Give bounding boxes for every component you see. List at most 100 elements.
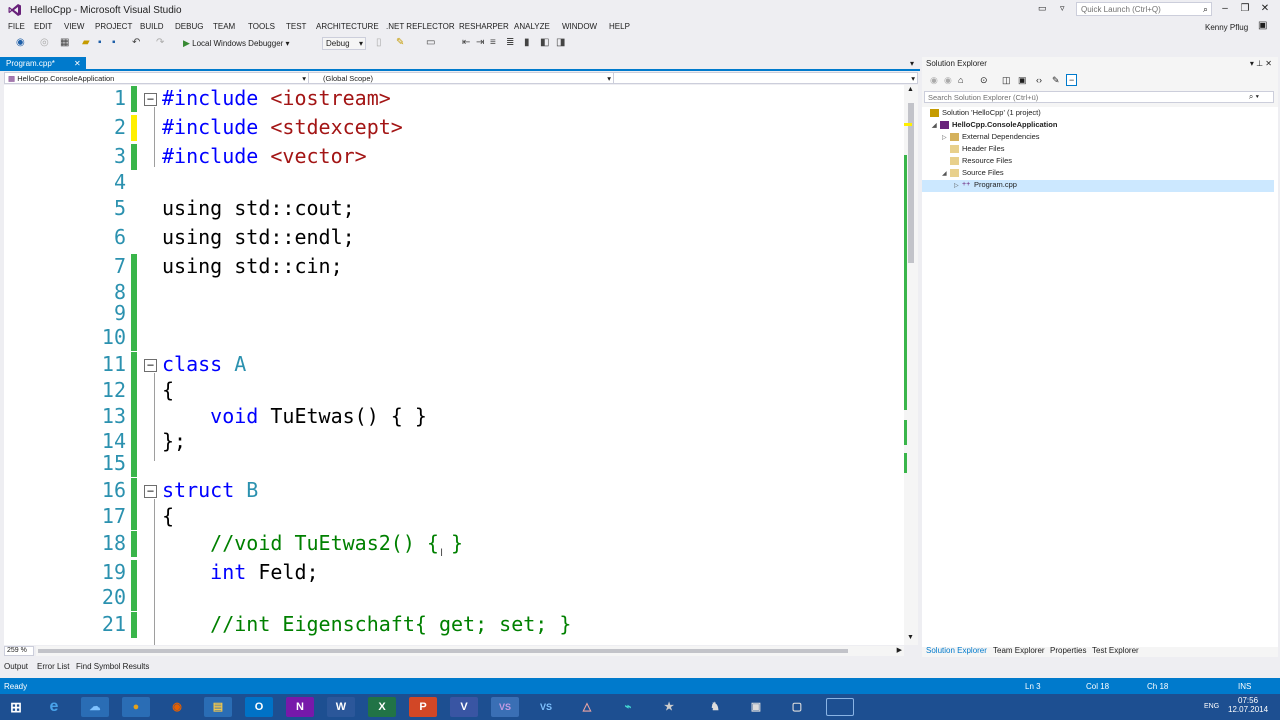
scroll-right-icon[interactable]: ▶	[897, 646, 902, 654]
undo-icon[interactable]: ↶	[132, 37, 140, 48]
close-button[interactable]: ✕	[1258, 3, 1272, 14]
tree-item-header-files[interactable]: Header Files	[950, 144, 1005, 156]
word-icon[interactable]: W	[327, 697, 355, 717]
sync-icon[interactable]: ⊙	[980, 75, 988, 86]
tab-properties[interactable]: Properties	[1050, 646, 1086, 655]
menu-tools[interactable]: TOOLS	[248, 22, 275, 31]
expanded-arrow-icon[interactable]: ◢	[942, 170, 950, 177]
chrome-icon[interactable]: ●	[122, 697, 150, 717]
back-icon[interactable]: ◉	[16, 37, 25, 48]
uncomment-icon[interactable]: ≣	[506, 37, 514, 48]
menu-project[interactable]: PROJECT	[95, 22, 132, 31]
excel-icon[interactable]: X	[368, 697, 396, 717]
collapse-icon[interactable]: −	[144, 485, 157, 498]
pin-icon[interactable]: ⊥	[1256, 59, 1263, 68]
menu-architecture[interactable]: ARCHITECTURE	[316, 22, 379, 31]
visio-icon[interactable]: V	[450, 697, 478, 717]
scrollbar-thumb[interactable]	[38, 649, 848, 653]
close-tab-icon[interactable]: ✕	[74, 59, 81, 68]
scroll-up-icon[interactable]: ▲	[907, 86, 914, 93]
close-panel-icon[interactable]: ✕	[1265, 59, 1272, 68]
solution-explorer-search-input[interactable]: Search Solution Explorer (Ctrl+ü) ⌕ ▾	[924, 91, 1274, 103]
menu-view[interactable]: VIEW	[64, 22, 84, 31]
properties-icon[interactable]: ✎	[1052, 75, 1060, 86]
menu-edit[interactable]: EDIT	[34, 22, 52, 31]
firefox-icon[interactable]: ◉	[163, 697, 191, 717]
scroll-down-icon[interactable]: ▼	[907, 634, 914, 641]
tab-test-explorer[interactable]: Test Explorer	[1092, 646, 1139, 655]
system-clock[interactable]: 07:56 12.07.2014	[1228, 696, 1268, 714]
next-bookmark-icon[interactable]: ◨	[556, 37, 565, 48]
tree-item-external-dependencies[interactable]: ▷ External Dependencies	[942, 132, 1040, 144]
feedback-filter-icon[interactable]: ▿	[1060, 3, 1065, 14]
tree-item-source-files[interactable]: ◢ Source Files	[942, 168, 1004, 180]
minimize-button[interactable]: –	[1218, 3, 1232, 14]
editor-vertical-scrollbar[interactable]: ▲ ▼	[904, 85, 918, 645]
zoom-dropdown[interactable]: 259 %	[4, 646, 34, 656]
window-position-icon[interactable]: ▾	[1250, 59, 1254, 68]
menu-debug[interactable]: DEBUG	[175, 22, 203, 31]
tab-dropdown-icon[interactable]: ▾	[910, 59, 914, 68]
scrollbar-thumb[interactable]	[908, 103, 914, 263]
visual-studio-icon[interactable]: VS	[491, 697, 519, 717]
collapse-all-icon[interactable]: ▣	[1018, 75, 1027, 86]
menu-help[interactable]: HELP	[609, 22, 630, 31]
app-icon[interactable]: ⌁	[614, 697, 642, 717]
refresh-icon[interactable]: ◫	[1002, 75, 1011, 86]
app-icon[interactable]: ▢	[783, 697, 811, 717]
expanded-arrow-icon[interactable]: ◢	[932, 122, 940, 129]
menu-build[interactable]: BUILD	[140, 22, 164, 31]
save-icon[interactable]: ▪	[98, 37, 102, 48]
tab-program-cpp[interactable]: Program.cpp* ✕	[0, 57, 86, 70]
prev-bookmark-icon[interactable]: ◧	[540, 37, 549, 48]
forward-icon[interactable]: ◉	[944, 75, 952, 86]
bookmark-icon[interactable]: ✎	[396, 37, 404, 48]
tab-team-explorer[interactable]: Team Explorer	[993, 646, 1045, 655]
app-icon[interactable]: △	[573, 697, 601, 717]
tab-solution-explorer[interactable]: Solution Explorer	[926, 646, 987, 655]
restore-button[interactable]: ❐	[1238, 3, 1252, 14]
view-code-icon[interactable]: ‹›	[1036, 75, 1042, 85]
tree-item-project[interactable]: ◢ HelloCpp.ConsoleApplication	[932, 120, 1057, 132]
collapse-icon[interactable]: −	[144, 359, 157, 372]
menu-analyze[interactable]: ANALYZE	[514, 22, 550, 31]
visual-studio-alt-icon[interactable]: VS	[532, 697, 560, 717]
tab-output[interactable]: Output	[4, 662, 28, 671]
onedrive-icon[interactable]: ☁	[81, 697, 109, 717]
collapse-icon[interactable]: −	[144, 93, 157, 106]
code-editor[interactable]: 1 − #include <iostream> 2 #include <stde…	[4, 85, 904, 645]
menu-window[interactable]: WINDOW	[562, 22, 597, 31]
powerpoint-icon[interactable]: P	[409, 697, 437, 717]
preview-selected-icon[interactable]: −	[1066, 74, 1078, 86]
menu-test[interactable]: TEST	[286, 22, 306, 31]
new-project-icon[interactable]: ▦	[60, 37, 69, 48]
editor-horizontal-scrollbar[interactable]: ▶	[36, 646, 904, 656]
collapsed-arrow-icon[interactable]: ▷	[954, 182, 962, 189]
app-window-icon[interactable]	[826, 698, 854, 716]
internet-explorer-icon[interactable]: e	[40, 697, 68, 717]
find-icon[interactable]: ▯	[376, 37, 382, 48]
outdent-icon[interactable]: ⇥	[476, 37, 484, 48]
indent-icon[interactable]: ⇤	[462, 37, 470, 48]
user-name[interactable]: Kenny Pflug	[1205, 23, 1248, 32]
save-all-icon[interactable]: ▪	[112, 37, 116, 48]
redo-icon[interactable]: ↷	[156, 37, 164, 48]
bookmark-toggle-icon[interactable]: ▮	[524, 37, 530, 48]
solution-configuration-dropdown[interactable]: Debug ▾	[322, 37, 366, 50]
tree-item-program-cpp[interactable]: ▷ ++ Program.cpp	[922, 180, 1274, 192]
scope-dropdown[interactable]: (Global Scope) ▾	[310, 73, 614, 83]
start-debugging-button[interactable]: ▶ Local Windows Debugger ▾	[183, 38, 290, 49]
forward-icon[interactable]: ◎	[40, 37, 49, 48]
windows-start-icon[interactable]: ⊞	[2, 697, 30, 717]
back-icon[interactable]: ◉	[930, 75, 938, 86]
app-icon[interactable]: ★	[655, 697, 683, 717]
tree-item-resource-files[interactable]: Resource Files	[950, 156, 1012, 168]
app-icon[interactable]: ▣	[742, 697, 770, 717]
file-explorer-icon[interactable]: ▤	[204, 697, 232, 717]
input-language[interactable]: ENG	[1204, 703, 1219, 710]
project-dropdown[interactable]: ▦ HelloCpp.ConsoleApplication ▾	[5, 73, 309, 83]
tab-find-symbol-results[interactable]: Find Symbol Results	[76, 662, 149, 671]
notifications-icon[interactable]: ▭	[1038, 3, 1047, 14]
user-avatar-icon[interactable]: ▣	[1258, 20, 1267, 31]
comment-icon[interactable]: ▭	[426, 37, 435, 48]
